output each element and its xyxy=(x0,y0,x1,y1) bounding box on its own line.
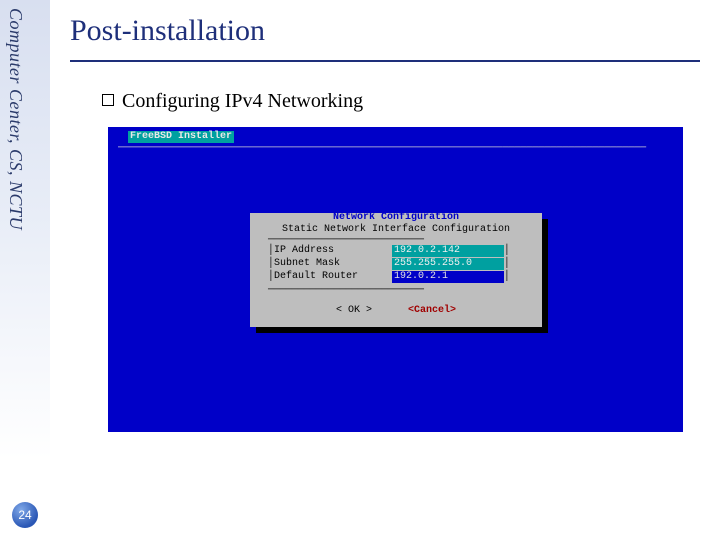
sidebar-org-text: Computer Center, CS, NCTU xyxy=(5,8,26,230)
field-label: │Subnet Mask xyxy=(268,258,386,270)
title-divider xyxy=(70,60,700,62)
slide-title: Post-installation xyxy=(70,14,700,48)
sidebar: Computer Center, CS, NCTU xyxy=(0,0,50,540)
page-number-badge: 24 xyxy=(12,502,38,528)
field-label: │IP Address xyxy=(268,245,386,257)
field-subnet-mask: │Subnet Mask 255.255.255.0│ xyxy=(268,258,510,271)
dialog-buttons: < OK > <Cancel> xyxy=(250,305,542,317)
ip-address-input[interactable]: 192.0.2.142 xyxy=(392,245,504,257)
ok-button[interactable]: < OK > xyxy=(336,305,372,316)
dialog-inner-bottom-line: ────────────────────────── xyxy=(268,285,424,297)
field-ip-address: │IP Address 192.0.2.142│ xyxy=(268,245,510,258)
network-config-dialog: Network Configuration Static Network Int… xyxy=(250,213,542,327)
dialog-title: Network Configuration xyxy=(333,212,459,224)
terminal-header: FreeBSD Installer xyxy=(128,131,234,143)
bullet-square-icon xyxy=(102,94,114,106)
bullet-text: Configuring IPv4 Networking xyxy=(122,90,363,112)
field-label: │Default Router xyxy=(268,271,386,283)
terminal-screenshot: FreeBSD Installer ──────────────────────… xyxy=(108,127,683,432)
field-default-router: │Default Router 192.0.2.1│ xyxy=(268,271,510,284)
subnet-mask-input[interactable]: 255.255.255.0 xyxy=(392,258,504,270)
terminal-divider: ────────────────────────────────────────… xyxy=(118,143,673,155)
cancel-button[interactable]: <Cancel> xyxy=(408,305,456,316)
dialog-fields: │IP Address 192.0.2.142│ │Subnet Mask 25… xyxy=(268,245,510,284)
slide-content: Post-installation Configuring IPv4 Netwo… xyxy=(70,14,700,432)
default-router-input[interactable]: 192.0.2.1 xyxy=(392,271,504,283)
bullet-line: Configuring IPv4 Networking xyxy=(102,90,700,113)
